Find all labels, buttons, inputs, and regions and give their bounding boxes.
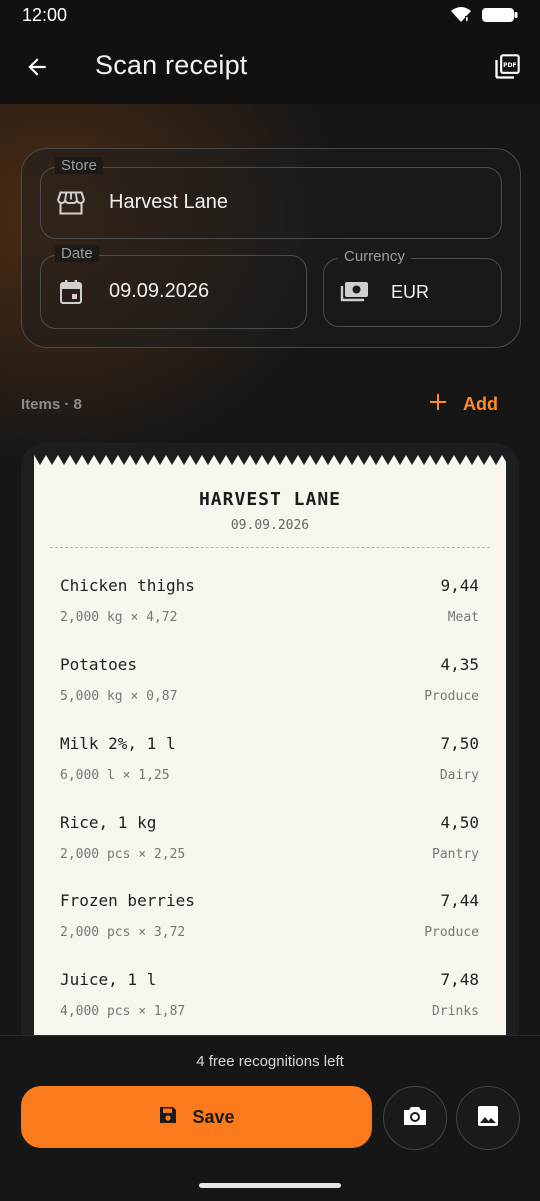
- back-button[interactable]: [18, 50, 56, 88]
- status-icons: [450, 6, 518, 29]
- receipt-item[interactable]: Juice, 1 l 7,48 4,000 pcs × 1,87 Drinks: [34, 970, 506, 1035]
- receipt-item[interactable]: Chicken thighs 9,44 2,000 kg × 4,72 Meat: [34, 576, 506, 655]
- battery-icon: [482, 6, 518, 29]
- wifi-icon: [450, 6, 472, 29]
- store-icon: [57, 190, 85, 221]
- receipt-date: 09.09.2026: [230, 518, 310, 533]
- store-field[interactable]: Store Harvest Lane: [40, 157, 502, 239]
- receipt-item[interactable]: Milk 2%, 1 l 7,50 6,000 l × 1,25 Dairy: [34, 734, 506, 813]
- save-label: Save: [192, 1106, 235, 1127]
- status-time: 12:00: [22, 5, 68, 25]
- item-name: Milk 2%, 1 l: [60, 734, 176, 753]
- save-icon: [158, 1105, 178, 1130]
- bottom-action-bar: 4 free recognitions left Save: [0, 1035, 540, 1201]
- receipt-item[interactable]: Potatoes 4,35 5,000 kg × 0,87 Produce: [34, 655, 506, 734]
- item-quantity: 4,000 pcs × 1,87: [60, 1004, 186, 1019]
- item-category: Produce: [424, 689, 479, 704]
- item-price: 4,50: [440, 813, 479, 832]
- image-icon: [476, 1104, 500, 1133]
- save-button[interactable]: Save: [21, 1086, 372, 1148]
- receipt-form-card: Store Harvest Lane Date 09.09.2026 Curre…: [21, 148, 521, 348]
- gallery-button[interactable]: [456, 1086, 520, 1150]
- item-name: Rice, 1 kg: [60, 813, 157, 832]
- item-category: Produce: [424, 925, 479, 940]
- receipt-item[interactable]: Frozen berries 7,44 2,000 pcs × 3,72 Pro…: [34, 891, 506, 970]
- calendar-icon: [59, 279, 83, 310]
- item-price: 4,35: [440, 655, 479, 674]
- date-label: Date: [55, 245, 99, 262]
- store-label: Store: [55, 157, 103, 174]
- free-recognitions-text: 4 free recognitions left: [196, 1053, 344, 1070]
- item-category: Pantry: [432, 847, 479, 862]
- pdf-icon: PDF: [493, 53, 521, 86]
- camera-icon: [402, 1105, 428, 1132]
- add-item-button[interactable]: Add: [429, 393, 498, 416]
- camera-button[interactable]: [383, 1086, 447, 1150]
- item-quantity: 2,000 kg × 4,72: [60, 610, 178, 625]
- currency-field[interactable]: Currency EUR: [323, 248, 502, 327]
- date-value: 09.09.2026: [109, 280, 210, 302]
- receipt-store-name: HARVEST LANE: [198, 489, 342, 510]
- item-category: Meat: [447, 610, 479, 625]
- receipt-divider: [50, 547, 490, 548]
- items-count-label: Items · 8: [21, 396, 82, 413]
- item-quantity: 2,000 pcs × 2,25: [60, 847, 186, 862]
- money-icon: [340, 280, 370, 309]
- item-quantity: 5,000 kg × 0,87: [60, 689, 178, 704]
- plus-icon: [429, 393, 447, 416]
- svg-text:PDF: PDF: [503, 62, 517, 69]
- export-pdf-button[interactable]: PDF: [488, 50, 526, 88]
- date-field[interactable]: Date 09.09.2026: [40, 245, 307, 329]
- item-name: Frozen berries: [60, 891, 195, 910]
- receipt-zigzag-edge: [34, 455, 506, 465]
- item-name: Juice, 1 l: [60, 970, 157, 989]
- receipt-item[interactable]: Rice, 1 kg 4,50 2,000 pcs × 2,25 Pantry: [34, 813, 506, 892]
- item-price: 9,44: [440, 576, 479, 595]
- store-value: Harvest Lane: [109, 191, 228, 213]
- item-quantity: 6,000 l × 1,25: [60, 768, 170, 783]
- currency-value: EUR: [391, 282, 430, 302]
- app-bar: Scan receipt PDF: [0, 32, 540, 104]
- status-bar: 12:00: [0, 0, 540, 32]
- item-name: Chicken thighs: [60, 576, 195, 595]
- page-title: Scan receipt: [95, 50, 248, 80]
- home-indicator: [199, 1183, 341, 1188]
- add-item-label: Add: [463, 394, 498, 414]
- item-category: Drinks: [432, 1004, 479, 1019]
- item-price: 7,48: [440, 970, 479, 989]
- arrow-left-icon: [24, 54, 50, 85]
- item-price: 7,44: [440, 891, 479, 910]
- item-name: Potatoes: [60, 655, 138, 674]
- receipt-preview: HARVEST LANE 09.09.2026 Chicken thighs 9…: [34, 455, 506, 1035]
- item-category: Dairy: [439, 768, 479, 783]
- item-quantity: 2,000 pcs × 3,72: [60, 925, 186, 940]
- item-price: 7,50: [440, 734, 479, 753]
- currency-label: Currency: [338, 248, 411, 265]
